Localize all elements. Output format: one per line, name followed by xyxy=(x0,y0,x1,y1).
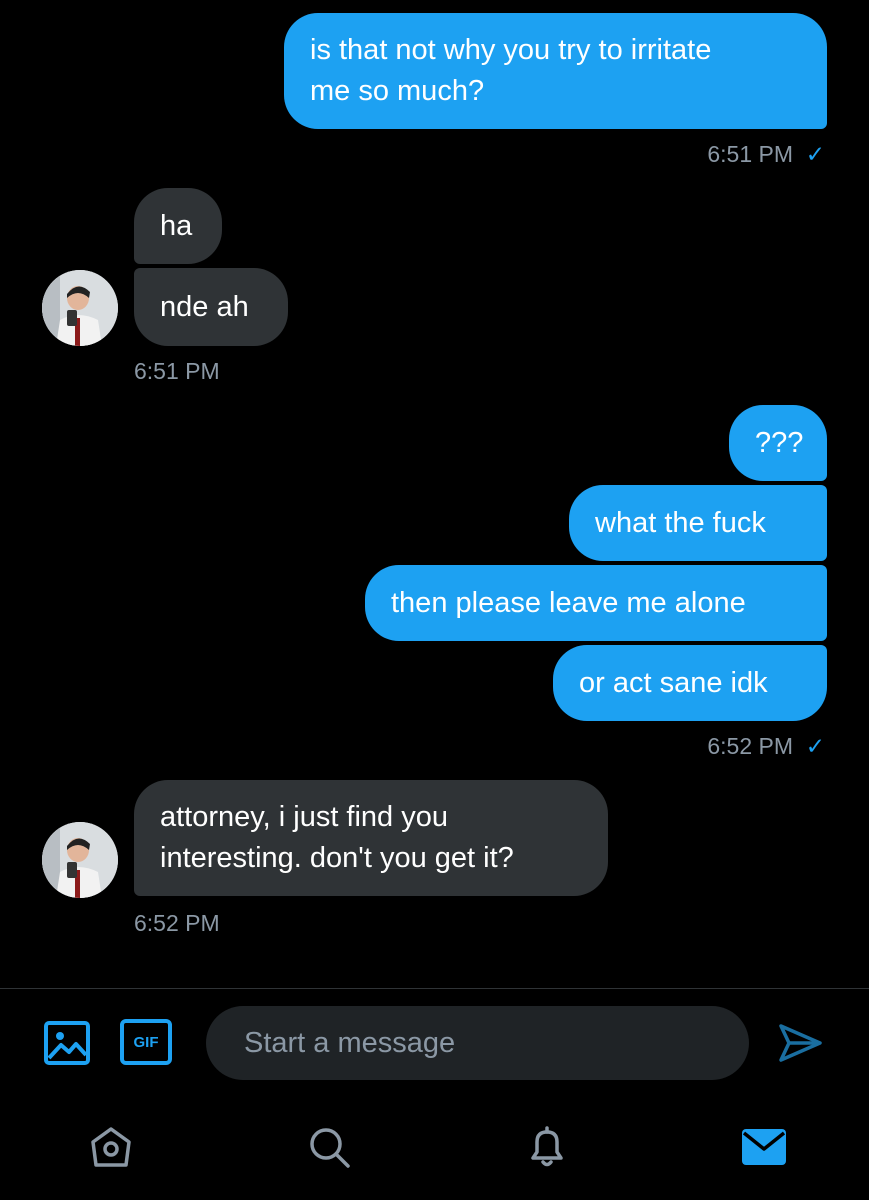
outgoing-message[interactable]: is that not why you try to irritate me s… xyxy=(284,13,827,129)
bell-icon[interactable] xyxy=(522,1122,572,1172)
image-icon[interactable] xyxy=(42,1019,92,1067)
read-check-icon: ✓ xyxy=(805,733,825,759)
message-timestamp: 6:52 PM xyxy=(707,733,793,759)
incoming-message[interactable]: attorney, i just find you interesting. d… xyxy=(134,780,608,896)
outgoing-message[interactable]: then please leave me alone xyxy=(365,565,827,641)
mail-icon[interactable] xyxy=(738,1124,790,1170)
message-timestamp: 6:51 PM xyxy=(707,141,793,167)
gif-icon[interactable]: GIF xyxy=(120,1019,172,1065)
read-check-icon: ✓ xyxy=(805,141,825,167)
outgoing-message[interactable]: what the fuck xyxy=(569,485,827,561)
outgoing-message[interactable]: or act sane idk xyxy=(553,645,827,721)
composer-divider xyxy=(0,988,869,989)
incoming-message[interactable]: ha xyxy=(134,188,222,264)
outgoing-message[interactable]: ??? xyxy=(729,405,827,481)
incoming-message[interactable]: nde ah xyxy=(134,268,288,346)
message-input[interactable]: Start a message xyxy=(206,1006,749,1080)
send-icon[interactable] xyxy=(776,1020,824,1066)
message-timestamp: 6:51 PM xyxy=(134,358,220,384)
avatar[interactable] xyxy=(42,270,118,346)
home-icon[interactable] xyxy=(86,1122,136,1172)
avatar[interactable] xyxy=(42,822,118,898)
search-icon[interactable] xyxy=(304,1122,354,1172)
message-timestamp: 6:52 PM xyxy=(134,910,220,936)
gif-label: GIF xyxy=(120,1019,172,1065)
